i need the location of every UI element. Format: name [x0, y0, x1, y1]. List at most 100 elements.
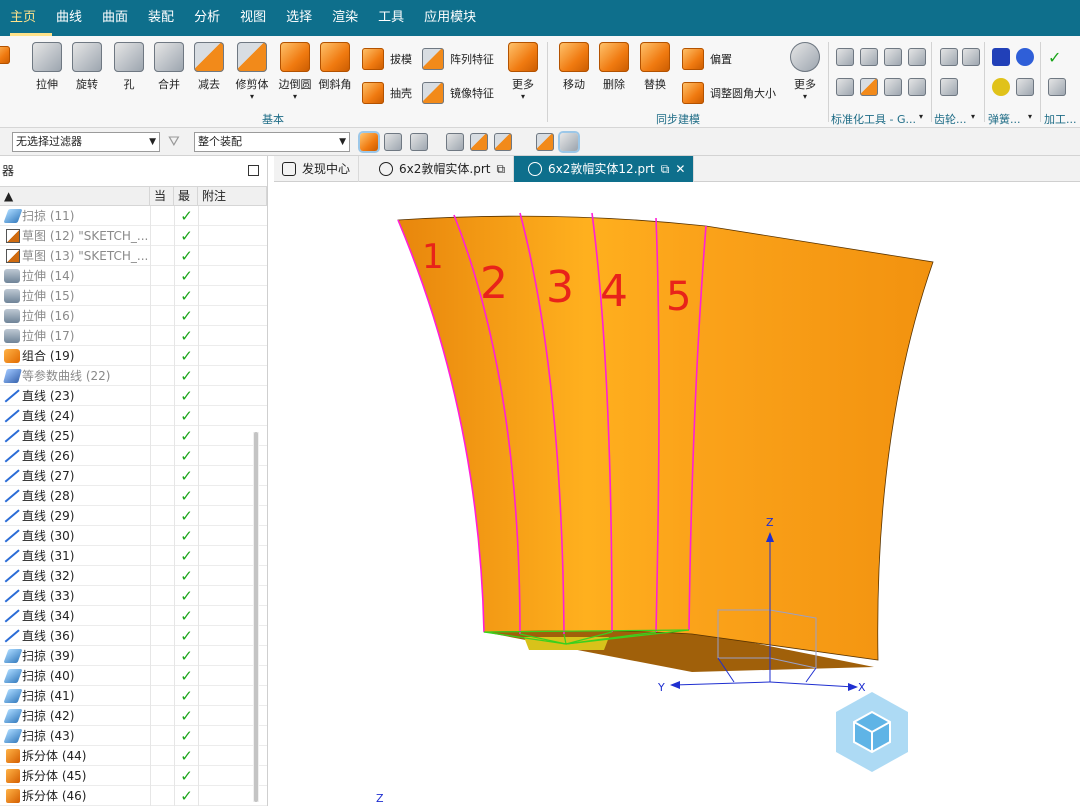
column-header-notes[interactable]: 附注 [198, 187, 267, 205]
chamfer-button[interactable]: 倒斜角 [317, 42, 353, 92]
spring-tool-icon[interactable] [1016, 78, 1034, 96]
revolve-button[interactable]: 旋转 [70, 42, 104, 92]
chevron-down-icon[interactable]: ▾ [1028, 112, 1032, 121]
partial-tool-icon[interactable] [0, 46, 10, 64]
column-header-name[interactable]: ▲ [0, 187, 150, 205]
extrude-button[interactable]: 拉伸 [30, 42, 64, 92]
shell-button[interactable]: 抽壳 [362, 82, 412, 104]
replace-button[interactable]: 替换 [638, 42, 672, 92]
std-tool-icon[interactable] [884, 78, 902, 96]
feature-row[interactable]: 扫掠 (11) ✓ [0, 205, 267, 226]
tab-part-file-active[interactable]: 6x2敦帽实体12.prt ⧉ ✕ [514, 156, 695, 182]
assembly-select-icon[interactable] [470, 133, 488, 151]
unite-button[interactable]: 合并 [152, 42, 186, 92]
popout-icon[interactable]: ⧉ [496, 156, 505, 182]
feature-row[interactable]: 直线 (27) ✓ [0, 465, 267, 486]
machining-tool-icon[interactable] [1048, 78, 1066, 96]
feature-row[interactable]: 直线 (28) ✓ [0, 485, 267, 506]
resize-blend-button[interactable]: 调整圆角大小 [682, 82, 776, 104]
std-tool-icon[interactable] [908, 48, 926, 66]
feature-row[interactable]: 直线 (24) ✓ [0, 405, 267, 426]
check-tool-icon[interactable]: ✓ [1048, 48, 1066, 67]
feature-row[interactable]: 直线 (25) ✓ [0, 425, 267, 446]
feature-row[interactable]: 直线 (36) ✓ [0, 625, 267, 646]
feature-row[interactable]: 拆分体 (44) ✓ [0, 745, 267, 766]
graphics-window[interactable]: 1 2 3 4 5 Z X Y Z [274, 182, 1080, 806]
gear-tool-icon[interactable] [962, 48, 980, 66]
component-icon[interactable] [494, 133, 512, 151]
tab-tools[interactable]: 工具 [378, 0, 420, 36]
more-basic-button[interactable]: 更多 ▾ [506, 42, 540, 101]
select-face-icon[interactable] [384, 133, 402, 151]
move-button[interactable]: 移动 [557, 42, 591, 92]
feature-row[interactable]: 组合 (19) ✓ [0, 345, 267, 366]
feature-row[interactable]: 扫掠 (42) ✓ [0, 705, 267, 726]
feature-row[interactable]: 扫掠 (40) ✓ [0, 665, 267, 686]
popout-icon[interactable]: ⧉ [661, 156, 670, 182]
feature-row[interactable]: 拉伸 (17) ✓ [0, 325, 267, 346]
feature-row[interactable]: 拆分体 (46) ✓ [0, 785, 267, 806]
feature-row[interactable]: 拉伸 (14) ✓ [0, 265, 267, 286]
scope-dropdown[interactable]: 整个装配 ▼ [194, 132, 350, 152]
snap-point-icon[interactable] [410, 133, 428, 151]
chevron-down-icon[interactable]: ▾ [919, 112, 923, 121]
edge-blend-button[interactable]: 边倒圆 ▾ [276, 42, 314, 101]
snap-icon[interactable] [446, 133, 464, 151]
spring-tool-icon[interactable] [1016, 48, 1034, 66]
feature-row[interactable]: 拉伸 (16) ✓ [0, 305, 267, 326]
feature-row[interactable]: 直线 (34) ✓ [0, 605, 267, 626]
pattern-feature-button[interactable]: 阵列特征 [422, 48, 494, 70]
feature-row[interactable]: 草图 (13) "SKETCH_... ✓ [0, 245, 267, 266]
std-tool-icon[interactable] [836, 78, 854, 96]
spring-tool-icon[interactable] [992, 78, 1010, 96]
shaded-mode-icon[interactable] [560, 133, 578, 151]
feature-row[interactable]: 拆分体 (45) ✓ [0, 765, 267, 786]
selection-filter-dropdown[interactable]: 无选择过滤器 ▼ [12, 132, 160, 152]
tab-assembly[interactable]: 装配 [148, 0, 190, 36]
feature-row[interactable]: 直线 (33) ✓ [0, 585, 267, 606]
hole-button[interactable]: 孔 [112, 42, 146, 92]
gear-tool-icon[interactable] [940, 78, 958, 96]
trim-body-button[interactable]: 修剪体 ▾ [233, 42, 271, 101]
mirror-feature-button[interactable]: 镜像特征 [422, 82, 494, 104]
select-feature-icon[interactable] [360, 133, 378, 151]
tab-curve[interactable]: 曲线 [56, 0, 98, 36]
std-tool-icon[interactable] [908, 78, 926, 96]
body-select-icon[interactable] [536, 133, 554, 151]
gear-tool-icon[interactable] [940, 48, 958, 66]
chevron-down-icon[interactable]: ▾ [971, 112, 975, 121]
feature-row[interactable]: 拉伸 (15) ✓ [0, 285, 267, 306]
tab-render[interactable]: 渲染 [332, 0, 374, 36]
view-cube-icon[interactable] [836, 692, 908, 772]
subtract-button[interactable]: 减去 [192, 42, 226, 92]
column-header-latest[interactable]: 最 [174, 187, 198, 205]
draft-button[interactable]: 拔模 [362, 48, 412, 70]
feature-row[interactable]: 直线 (31) ✓ [0, 545, 267, 566]
tab-home[interactable]: 主页 [10, 0, 53, 36]
feature-row[interactable]: 直线 (30) ✓ [0, 525, 267, 546]
more-sync-button[interactable]: 更多 ▾ [788, 42, 822, 101]
close-icon[interactable]: ✕ [675, 156, 685, 182]
feature-row[interactable]: 扫掠 (43) ✓ [0, 725, 267, 746]
column-header-current[interactable]: 当 [150, 187, 174, 205]
feature-row[interactable]: 直线 (29) ✓ [0, 505, 267, 526]
tab-view[interactable]: 视图 [240, 0, 282, 36]
tab-analysis[interactable]: 分析 [194, 0, 236, 36]
tab-discovery-center[interactable]: 发现中心 [274, 156, 360, 182]
scrollbar-thumb[interactable] [254, 432, 258, 802]
tab-applications[interactable]: 应用模块 [424, 0, 492, 36]
feature-row[interactable]: 扫掠 (41) ✓ [0, 685, 267, 706]
std-tool-icon[interactable] [836, 48, 854, 66]
std-tool-icon[interactable] [860, 78, 878, 96]
feature-row[interactable]: 直线 (26) ✓ [0, 445, 267, 466]
delete-button[interactable]: 删除 [597, 42, 631, 92]
offset-button[interactable]: 偏置 [682, 48, 732, 70]
feature-row[interactable]: 扫掠 (39) ✓ [0, 645, 267, 666]
std-tool-icon[interactable] [884, 48, 902, 66]
maximize-icon[interactable] [248, 165, 259, 176]
std-tool-icon[interactable] [860, 48, 878, 66]
tab-select[interactable]: 选择 [286, 0, 328, 36]
tab-surface[interactable]: 曲面 [102, 0, 144, 36]
tab-part-file[interactable]: 6x2敦帽实体.prt ⧉ [359, 156, 515, 182]
feature-row[interactable]: 等参数曲线 (22) ✓ [0, 365, 267, 386]
